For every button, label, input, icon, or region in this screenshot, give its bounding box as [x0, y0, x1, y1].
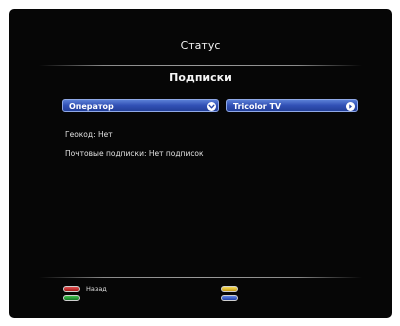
- operator-label-text: Оператор: [69, 102, 114, 111]
- section-title: Подписки: [169, 71, 232, 84]
- footer-divider: [39, 277, 362, 278]
- red-key-icon[interactable]: [63, 286, 80, 292]
- operator-value-text: Tricolor TV: [233, 102, 282, 111]
- mail-subscriptions-status: Почтовые подписки: Нет подписок: [65, 149, 204, 158]
- green-key-icon[interactable]: [63, 295, 80, 301]
- yellow-key-icon[interactable]: [221, 286, 238, 292]
- osd-screen: Статус Подписки Оператор Tricolor TV Гео…: [9, 9, 392, 318]
- tv-frame: Статус Подписки Оператор Tricolor TV Гео…: [0, 0, 400, 326]
- blue-key-icon[interactable]: [221, 295, 238, 301]
- arrow-right-icon: [346, 101, 355, 111]
- chevron-down-icon: [207, 101, 216, 111]
- geocode-status: Геокод: Нет: [65, 130, 113, 139]
- back-label: Назад: [86, 285, 107, 293]
- page-title: Статус: [180, 39, 221, 52]
- operator-value-select[interactable]: Tricolor TV: [226, 99, 358, 112]
- title-divider: [39, 65, 362, 66]
- operator-selector-label[interactable]: Оператор: [62, 99, 219, 112]
